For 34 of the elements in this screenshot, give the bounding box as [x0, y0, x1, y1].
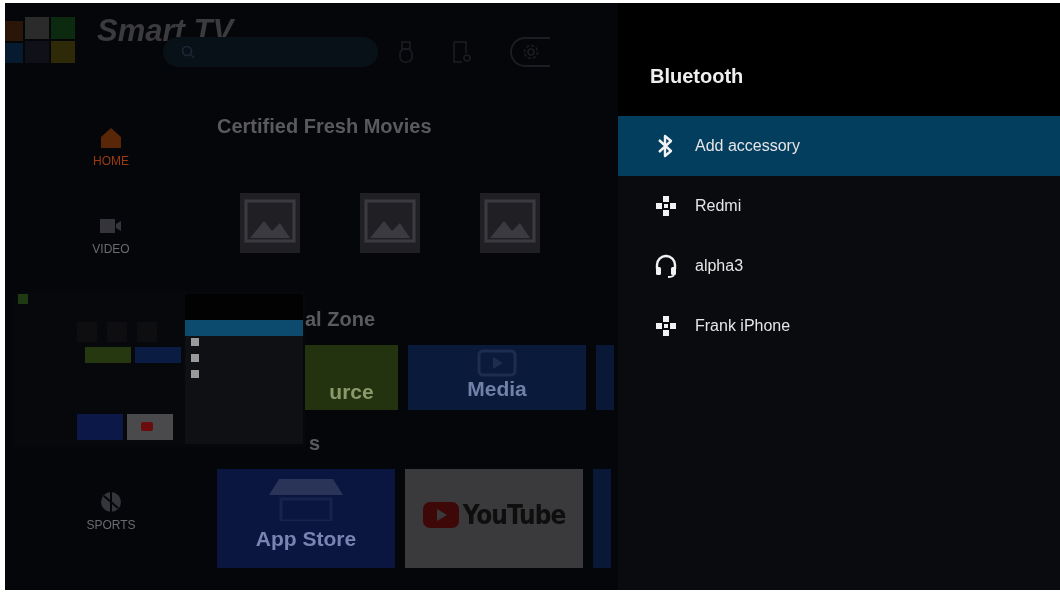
tile-edge[interactable]	[593, 469, 611, 568]
section-title: s	[309, 432, 322, 455]
headset-icon	[655, 254, 677, 278]
nav-item[interactable]: VIDEO	[81, 214, 141, 256]
image-placeholder-icon	[480, 193, 540, 253]
panel-title: Bluetooth	[650, 65, 744, 88]
section-title: al Zone	[305, 308, 376, 331]
play-logo-icon	[422, 501, 459, 528]
tile-edge[interactable]	[596, 345, 614, 410]
nav-item[interactable]: HOME	[81, 126, 141, 168]
usb-icon[interactable]	[399, 40, 413, 63]
storefront-icon	[269, 478, 343, 521]
media-tile[interactable]: Media	[408, 345, 586, 410]
store-tile[interactable]: App Store	[217, 469, 395, 568]
device-item[interactable]: Add accessory	[618, 116, 1060, 176]
image-placeholder-icon	[240, 193, 300, 253]
image-placeholder-icon	[360, 193, 420, 253]
gamepad-icon	[656, 316, 676, 336]
logo-icon	[5, 17, 75, 63]
gamepad-icon	[656, 196, 676, 216]
sports-icon	[101, 491, 121, 513]
section-title: Certified Fresh Movies	[217, 115, 433, 138]
home-icon	[101, 128, 121, 148]
nav-item[interactable]: SPORTS	[81, 490, 141, 532]
settings-icon	[523, 44, 539, 59]
source-tile[interactable]: urce	[305, 345, 398, 410]
video-icon	[100, 219, 121, 233]
device-item[interactable]: Redmi	[618, 176, 1060, 236]
search-icon	[181, 45, 195, 59]
device-item[interactable]: Frank iPhone	[618, 296, 1060, 356]
settings-button[interactable]	[510, 36, 551, 67]
device-item[interactable]: alpha3	[618, 236, 1060, 296]
bluetooth-icon	[658, 134, 673, 158]
document-icon[interactable]	[453, 40, 471, 63]
